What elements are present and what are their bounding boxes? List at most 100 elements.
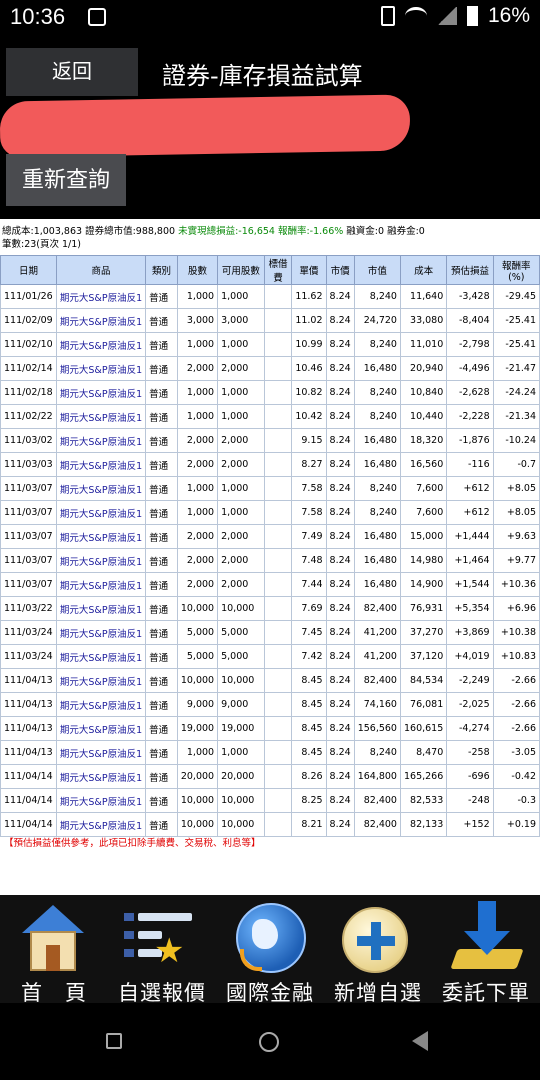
cell-lending-fee [263,692,293,717]
cell-market-price: 8.24 [325,332,355,357]
table-row[interactable]: 111/03/07 期元大S&P原油反1 普通 2,000 2,000 7.44 8.24 1… [0,572,540,597]
nav-add-watchlist[interactable]: 新增自選 [324,895,432,1005]
back-triangle-icon[interactable] [412,1031,428,1051]
cell-available: 10,000 [217,596,265,621]
cell-lending-fee [263,452,293,477]
cell-category: 普通 [145,548,178,573]
cell-est-pnl: +152 [446,812,494,837]
cell-market-price: 8.24 [325,788,355,813]
cell-est-pnl: +612 [446,500,494,525]
cell-return-rate: -10.24 [492,428,540,453]
wifi-icon [404,7,427,25]
table-row[interactable]: 111/03/24 期元大S&P原油反1 普通 5,000 5,000 7.45 8.24 4… [0,620,540,645]
table-row[interactable]: 111/03/07 期元大S&P原油反1 普通 2,000 2,000 7.49 8.24 1… [0,524,540,549]
table-row[interactable]: 111/02/14 期元大S&P原油反1 普通 2,000 2,000 10.46 8.24… [0,356,540,381]
nav-home[interactable]: 首 頁 [0,895,108,1005]
cell-shares: 2,000 [176,572,219,597]
col-header-lending-fee: 標借費 [263,255,293,285]
table-row[interactable]: 111/04/13 期元大S&P原油反1 普通 1,000 1,000 8.45 8.24 8… [0,740,540,765]
cell-available: 2,000 [217,452,265,477]
cell-return-rate: -2.66 [492,668,540,693]
col-header-available: 可用股數 [217,255,265,285]
home-circle-icon[interactable] [259,1032,279,1052]
table-row[interactable]: 111/04/14 期元大S&P原油反1 普通 10,000 10,000 8.25 8.2… [0,788,540,813]
cell-est-pnl: -2,628 [446,380,494,405]
table-row[interactable]: 111/04/14 期元大S&P原油反1 普通 20,000 20,000 8.26 8.2… [0,764,540,789]
cell-cost: 33,080 [399,308,448,333]
table-row[interactable]: 111/02/18 期元大S&P原油反1 普通 1,000 1,000 10.82 8.24… [0,380,540,405]
table-row[interactable]: 111/03/07 期元大S&P原油反1 普通 1,000 1,000 7.58 8.24 8… [0,500,540,525]
cell-category: 普通 [145,428,178,453]
table-row[interactable]: 111/03/07 期元大S&P原油反1 普通 1,000 1,000 7.58 8.24 8… [0,476,540,501]
cell-product: 期元大S&P原油反1 [55,332,147,357]
recent-apps-icon[interactable] [106,1033,122,1049]
nav-international[interactable]: 國際金融 [216,895,324,1005]
table-row[interactable]: 111/03/03 期元大S&P原油反1 普通 2,000 2,000 8.27 8.24 1… [0,452,540,477]
summary-unrealized: 未實現總損益:-16,654 報酬率:-1.66% [178,226,344,237]
cell-market-price: 8.24 [325,668,355,693]
cell-available: 1,000 [217,740,265,765]
cell-cost: 11,640 [399,284,448,309]
cell-lending-fee [263,788,293,813]
table-row[interactable]: 111/02/22 期元大S&P原油反1 普通 1,000 1,000 10.42 8.24… [0,404,540,429]
table-row[interactable]: 111/03/24 期元大S&P原油反1 普通 5,000 5,000 7.42 8.24 4… [0,644,540,669]
cell-category: 普通 [145,596,178,621]
cell-date: 111/04/13 [0,740,57,765]
table-row[interactable]: 111/02/09 期元大S&P原油反1 普通 3,000 3,000 11.02 8.24… [0,308,540,333]
cell-est-pnl: +1,444 [446,524,494,549]
cell-date: 111/03/24 [0,620,57,645]
cell-date: 111/02/18 [0,380,57,405]
nav-watchlist[interactable]: ★ 自選報價 [108,895,216,1005]
cell-category: 普通 [145,452,178,477]
table-row[interactable]: 111/03/07 期元大S&P原油反1 普通 2,000 2,000 7.48 8.24 1… [0,548,540,573]
cell-product: 期元大S&P原油反1 [55,692,147,717]
cell-shares: 20,000 [176,764,219,789]
cell-date: 111/02/09 [0,308,57,333]
cell-return-rate: +10.83 [492,644,540,669]
cell-market-value: 82,400 [353,668,401,693]
table-row[interactable]: 111/03/22 期元大S&P原油反1 普通 10,000 10,000 7.69 8.2… [0,596,540,621]
cell-market-price: 8.24 [325,452,355,477]
cell-lending-fee [263,428,293,453]
cell-lending-fee [263,740,293,765]
cell-market-value: 16,480 [353,572,401,597]
order-icon [450,901,524,973]
cell-return-rate: -25.41 [492,332,540,357]
redaction-mark [0,94,411,158]
back-button[interactable]: 返回 [6,48,138,96]
cell-est-pnl: +4,019 [446,644,494,669]
cell-market-value: 8,240 [353,380,401,405]
cell-available: 10,000 [217,812,265,837]
cell-cost: 18,320 [399,428,448,453]
cell-unit-price: 7.42 [291,644,327,669]
cell-market-price: 8.24 [325,692,355,717]
cell-cost: 16,560 [399,452,448,477]
table-row[interactable]: 111/04/13 期元大S&P原油反1 普通 19,000 19,000 8.45 8.2… [0,716,540,741]
cell-available: 1,000 [217,380,265,405]
cell-lending-fee [263,596,293,621]
cell-unit-price: 7.58 [291,500,327,525]
table-row[interactable]: 111/01/26 期元大S&P原油反1 普通 1,000 1,000 11.62 8.24… [0,284,540,309]
cell-market-value: 16,480 [353,428,401,453]
cell-unit-price: 9.15 [291,428,327,453]
cell-category: 普通 [145,788,178,813]
requery-button[interactable]: 重新查詢 [6,154,126,206]
cell-lending-fee [263,548,293,573]
nav-order[interactable]: 委託下單 [432,895,540,1005]
cell-available: 1,000 [217,476,265,501]
cell-date: 111/04/13 [0,668,57,693]
cell-est-pnl: -1,876 [446,428,494,453]
cell-return-rate: -21.34 [492,404,540,429]
col-header-category: 類別 [145,255,178,285]
table-row[interactable]: 111/02/10 期元大S&P原油反1 普通 1,000 1,000 10.99 8.24… [0,332,540,357]
table-row[interactable]: 111/04/13 期元大S&P原油反1 普通 9,000 9,000 8.45 8.24 7… [0,692,540,717]
cell-category: 普通 [145,668,178,693]
cell-category: 普通 [145,308,178,333]
cell-return-rate: +8.05 [492,476,540,501]
table-row[interactable]: 111/03/02 期元大S&P原油反1 普通 2,000 2,000 9.15 8.24 1… [0,428,540,453]
table-row[interactable]: 111/04/14 期元大S&P原油反1 普通 10,000 10,000 8.21 8.2… [0,812,540,837]
cell-lending-fee [263,572,293,597]
table-row[interactable]: 111/04/13 期元大S&P原油反1 普通 10,000 10,000 8.45 8.2… [0,668,540,693]
cell-est-pnl: +5,354 [446,596,494,621]
cell-market-price: 8.24 [325,740,355,765]
